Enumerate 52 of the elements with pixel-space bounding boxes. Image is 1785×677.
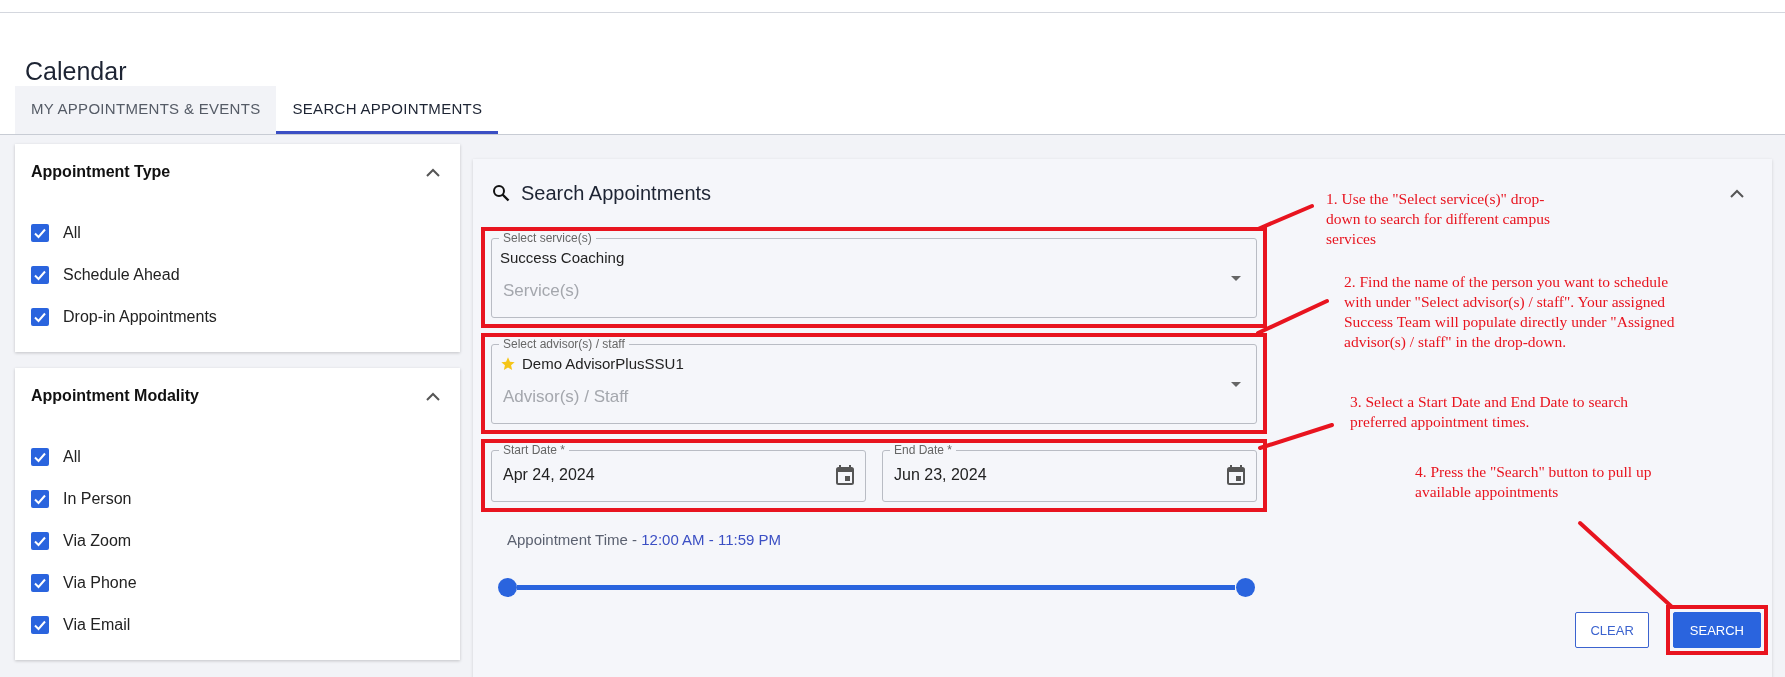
checkbox-label: Schedule Ahead <box>63 266 180 284</box>
checkbox[interactable] <box>31 490 49 508</box>
calendar-icon[interactable] <box>1227 465 1245 485</box>
slider-thumb[interactable] <box>498 578 517 597</box>
calendar-icon[interactable] <box>836 465 854 485</box>
search-button[interactable]: SEARCH <box>1672 612 1761 648</box>
date-value: Apr 24, 2024 <box>503 466 595 484</box>
field-label: Select service(s) <box>499 231 596 245</box>
checkbox-label: Via Zoom <box>63 532 132 550</box>
panel-title: Appointment Type <box>31 163 171 181</box>
placeholder: Service(s) <box>503 281 580 301</box>
search-icon <box>492 184 510 202</box>
annotation-note: 1. Use the "Select service(s)" drop-down to search for different campus services <box>1326 189 1551 249</box>
field-label: Start Date * <box>499 443 570 457</box>
checkbox-label: Drop-in Appointments <box>63 308 217 326</box>
checkbox-label: Via Phone <box>63 574 137 592</box>
chevron-up-icon[interactable] <box>426 167 440 177</box>
checkbox-label: All <box>63 448 81 466</box>
field-label: Select advisor(s) / staff <box>499 337 629 351</box>
slider-thumb[interactable] <box>1236 578 1255 597</box>
panel-title: Search Appointments <box>521 181 712 205</box>
chevron-up-icon[interactable] <box>1730 188 1744 198</box>
date-value: Jun 23, 2024 <box>894 466 987 484</box>
selected-value: Success Coaching <box>500 249 625 266</box>
annotation-note: 2. Find the name of the person you want to schedule with under "Select advisor(s) / staff". Your assigned Success Team will populate directly under "Assigned advisor(s) / staff" in the drop-down. <box>1344 272 1676 352</box>
placeholder: Advisor(s) / Staff <box>503 387 629 407</box>
checkbox-label: Via Email <box>63 616 131 634</box>
time-range-label: Appointment Time - 12:00 AM - 11:59 PM <box>507 531 783 548</box>
annotation-note: 4. Press the "Search" button to pull up available appointments <box>1415 462 1653 502</box>
panel-title: Appointment Modality <box>31 387 199 405</box>
annotation-note: 3. Select a Start Date and End Date to search preferred appointment times. <box>1350 392 1630 432</box>
checkbox[interactable] <box>31 616 49 634</box>
checkbox[interactable] <box>31 224 49 242</box>
date-field[interactable]: Start Date * Apr 24, 2024 <box>491 443 866 502</box>
date-field[interactable]: End Date * Jun 23, 2024 <box>882 443 1257 502</box>
checkbox[interactable] <box>31 532 49 550</box>
checkbox-label: In Person <box>63 490 132 508</box>
select-field[interactable]: Select service(s) Success Coaching Service(s) <box>491 231 1257 318</box>
checkbox[interactable] <box>31 448 49 466</box>
checkbox[interactable] <box>31 266 49 284</box>
field-label: End Date * <box>890 443 957 457</box>
tab[interactable]: MY APPOINTMENTS & EVENTS <box>15 86 277 134</box>
selected-value: Demo AdvisorPlusSSU1 <box>522 355 684 372</box>
select-field[interactable]: Select advisor(s) / staff Demo AdvisorPlusSSU1 Advisor(s) / Staff <box>491 337 1257 424</box>
checkbox[interactable] <box>31 308 49 326</box>
dropdown-caret-icon[interactable] <box>1231 276 1241 281</box>
dropdown-caret-icon[interactable] <box>1231 382 1241 387</box>
clear-button[interactable]: CLEAR <box>1575 612 1649 648</box>
page-title: Calendar <box>24 56 128 86</box>
chevron-up-icon[interactable] <box>426 391 440 401</box>
checkbox[interactable] <box>31 574 49 592</box>
checkbox-label: All <box>63 224 81 242</box>
